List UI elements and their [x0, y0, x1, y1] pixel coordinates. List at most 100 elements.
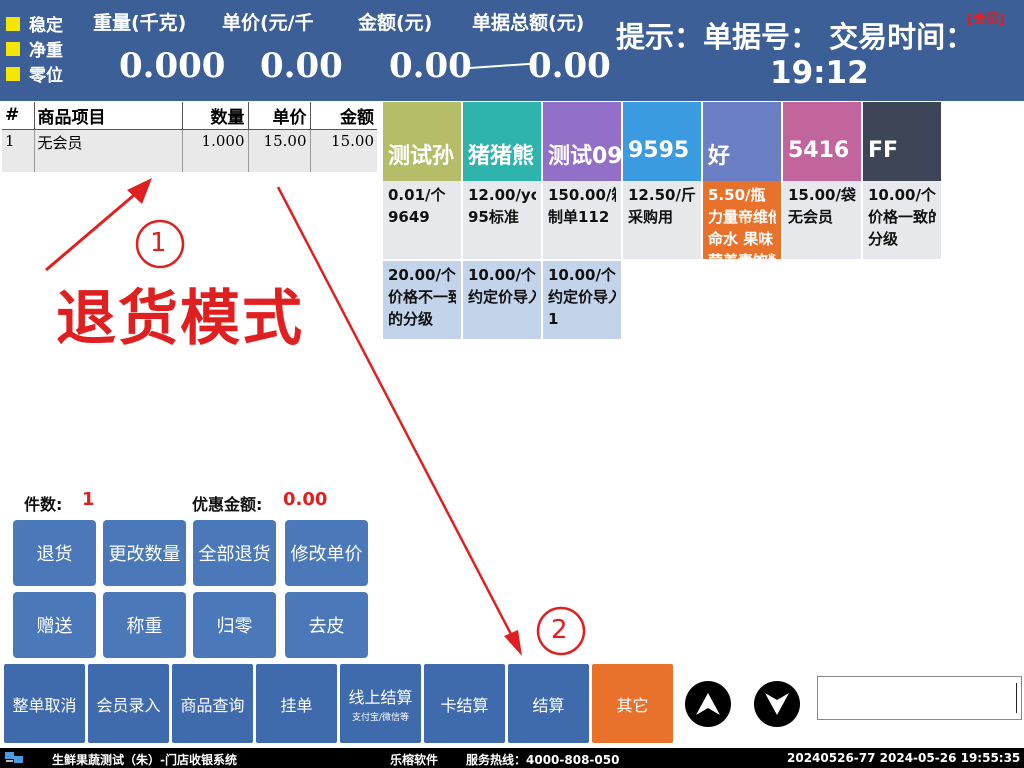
gift-button[interactable]: 赠送 — [13, 592, 96, 658]
table-header-row: # 商品项目 数量 单价 金额 — [2, 102, 377, 130]
arrow1-line — [45, 188, 141, 272]
col-amount-header: 金额 — [310, 102, 377, 130]
stable-label: 稳定 — [29, 16, 63, 36]
tile-info: 20.00/个 价格不一致 的分级 — [383, 261, 461, 339]
tare-button[interactable]: 去皮 — [285, 592, 368, 658]
product-tile[interactable]: 9595 12.50/斤 采购用 — [623, 102, 701, 259]
discount-value: 0.00 — [283, 489, 328, 510]
tile-desc: 制单112 — [548, 208, 610, 226]
weight-label: 重量(千克) — [93, 12, 187, 34]
product-tile[interactable]: 10.00/个 约定价导入 — [463, 261, 541, 339]
product-tile[interactable]: 测试孙 0.01/个 9649 — [383, 102, 461, 259]
tile-price: 12.00/ycr — [468, 186, 536, 204]
pieces-value: 1 — [82, 489, 95, 510]
tile-name: 测试09 — [543, 102, 621, 181]
product-tile[interactable]: 10.00/个 约定价导入 1 — [543, 261, 621, 339]
page-down-button[interactable] — [754, 681, 800, 727]
tile-info: 0.01/个 9649 — [383, 181, 461, 259]
button-label: 商品查询 — [180, 695, 245, 715]
tile-desc: 约定价导入 — [548, 288, 616, 306]
tile-desc: 无会员 — [788, 208, 834, 226]
weight-value: 0.000 — [119, 46, 226, 86]
amount-label: 金额(元) — [358, 12, 433, 34]
return-mode-label: 退货模式 — [56, 284, 304, 354]
tile-desc: 命水 果味 — [708, 230, 774, 248]
button-label: 其它 — [616, 695, 649, 715]
discount-label: 优惠金额: — [192, 495, 263, 514]
button-label: 结算 — [532, 695, 565, 715]
product-tile[interactable]: 猪猪熊 12.00/ycr 95标准 — [463, 102, 541, 259]
hold-order-button[interactable]: 挂单 — [256, 664, 337, 743]
col-qty-header: 数量 — [182, 102, 249, 130]
tile-desc: 分级 — [868, 230, 899, 248]
stable-indicator — [6, 16, 20, 31]
tile-name: 9595 — [623, 102, 701, 181]
tile-desc: 营养素饮料 — [708, 250, 776, 259]
tile-price: 10.00/个 — [548, 266, 616, 284]
tile-price: 10.00/个 — [468, 266, 536, 284]
modify-price-button[interactable]: 修改单价 — [285, 520, 368, 586]
tile-info: 12.00/ycr 95标准 — [463, 181, 541, 259]
text-cursor — [1016, 683, 1017, 713]
total-amount-value: 0.00 — [528, 46, 611, 86]
button-label: 会员录入 — [96, 695, 161, 715]
marker1-number: 1 — [150, 228, 167, 258]
product-tile[interactable]: 5416 15.00/袋 无会员 — [783, 102, 861, 259]
net-weight-indicator — [6, 41, 20, 56]
zero-label: 零位 — [29, 66, 63, 86]
arrow-down-icon — [765, 693, 789, 715]
tile-name: 猪猪熊 — [463, 102, 541, 181]
card-checkout-button[interactable]: 卡结算 — [424, 664, 505, 743]
cancel-order-button[interactable]: 整单取消 — [4, 664, 85, 743]
total-amount-label: 单据总额(元) — [472, 12, 585, 34]
return-all-button[interactable]: 全部退货 — [193, 520, 276, 586]
change-quantity-button[interactable]: 更改数量 — [103, 520, 186, 586]
tile-price: 15.00/袋 — [788, 186, 856, 204]
marker2-number: 2 — [551, 615, 568, 645]
top-display-panel: 稳定 净重 零位 重量(千克) 单价(元/千 金额(元) 单据总额(元) 0.0… — [0, 0, 1024, 101]
member-entry-button[interactable]: 会员录入 — [88, 664, 169, 743]
unit-price-label: 单价(元/千 — [222, 12, 314, 34]
product-tile[interactable]: FF 10.00/个 价格一致的 分级 — [863, 102, 941, 259]
product-tile[interactable]: 好 5.50/瓶 力量帝维他 命水 果味 营养素饮料 — [703, 102, 781, 259]
tile-price: 10.00/个 — [868, 186, 936, 204]
button-label: 卡结算 — [440, 695, 489, 715]
tile-desc: 的分级 — [388, 310, 434, 328]
other-button[interactable]: 其它 — [592, 664, 673, 743]
tile-desc: 约定价导入 — [468, 288, 536, 306]
arrow2-head — [504, 630, 522, 656]
tile-name: FF — [863, 102, 941, 181]
barcode-input[interactable] — [817, 676, 1022, 720]
product-search-button[interactable]: 商品查询 — [172, 664, 253, 743]
tile-info: 12.50/斤 采购用 — [623, 181, 701, 259]
page-up-button[interactable] — [685, 681, 731, 727]
online-checkout-button[interactable]: 线上结算 支付宝/微信等 — [340, 664, 421, 743]
arrow-up-icon — [696, 693, 720, 715]
button-label: 整单取消 — [12, 695, 77, 715]
weigh-button[interactable]: 称重 — [103, 592, 186, 658]
tile-price: 12.50/斤 — [628, 186, 696, 204]
member-tag: [会员] — [967, 12, 1005, 27]
row-amount: 15.00 — [310, 129, 377, 172]
tile-price: 5.50/瓶 — [708, 186, 766, 204]
status-bar: 生鲜果蔬测试（朱）-门店收银系统 乐榕软件 服务热线：4000-808-050 … — [0, 748, 1024, 768]
table-row[interactable]: 1 无会员 1.000 15.00 15.00 — [2, 129, 377, 172]
amount-value: 0.00 — [389, 46, 472, 86]
zero-button[interactable]: 归零 — [193, 592, 276, 658]
col-price-header: 单价 — [248, 102, 311, 130]
product-tile[interactable]: 20.00/个 价格不一致 的分级 — [383, 261, 461, 339]
tile-price: 20.00/个 — [388, 266, 456, 284]
tile-info: 10.00/个 价格一致的 分级 — [863, 181, 941, 259]
checkout-button[interactable]: 结算 — [508, 664, 589, 743]
button-sublabel: 支付宝/微信等 — [351, 713, 410, 723]
tile-price: 150.00/箱 — [548, 186, 616, 204]
return-goods-button[interactable]: 退货 — [13, 520, 96, 586]
zero-indicator — [6, 66, 20, 81]
tile-info: 10.00/个 约定价导入 1 — [543, 261, 621, 339]
tile-desc: 采购用 — [628, 208, 674, 226]
strikethrough-line — [466, 62, 532, 70]
product-tile[interactable]: 测试09 150.00/箱 制单112 — [543, 102, 621, 259]
order-datetime: 20240526-77 2024-05-26 19:55:35 — [787, 751, 1021, 765]
tile-name: 好 — [703, 102, 781, 181]
col-index-header: # — [2, 102, 35, 130]
